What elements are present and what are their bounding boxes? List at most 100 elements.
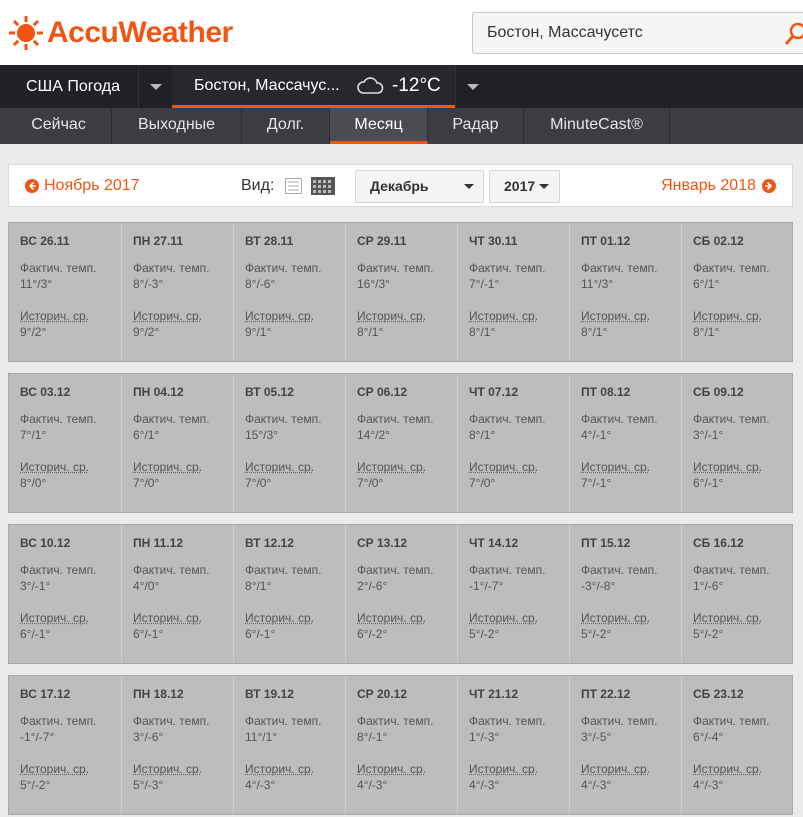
actual-temp-value: 16°/3° <box>357 277 390 291</box>
tab-weekend[interactable]: Выходные <box>112 108 242 144</box>
year-select-value: 2017 <box>504 178 536 194</box>
country-weather-link[interactable]: США Погода <box>0 65 138 108</box>
actual-temp-value: 6°/1° <box>693 277 720 291</box>
calendar-view-icon[interactable] <box>311 177 335 195</box>
actual-temp-value: 15°/3° <box>245 428 278 442</box>
actual-temp-label: Фактич. темп. <box>357 563 434 577</box>
calendar-day[interactable]: ВС 17.12 Фактич. темп. -1°/-7° Историч. ср.… <box>9 676 121 814</box>
calendar-day[interactable]: СР 06.12 Фактич. темп. 14°/2° Историч. ср. 7… <box>345 374 457 512</box>
historic-avg-label: Историч. ср. <box>469 611 538 625</box>
calendar-day[interactable]: ПТ 15.12 Фактич. темп. -3°/-8° Историч. ср.… <box>569 525 681 663</box>
current-location[interactable]: Бостон, Массачус... -12°C <box>172 65 455 108</box>
calendar-day[interactable]: ПН 04.12 Фактич. темп. 6°/1° Историч. ср. 7°… <box>121 374 233 512</box>
historic-avg-value: 4°/-3° <box>693 778 724 792</box>
actual-temp-label: Фактич. темп. <box>133 714 210 728</box>
historic-avg-label: Историч. ср. <box>693 460 762 474</box>
historic-avg-label: Историч. ср. <box>245 460 314 474</box>
chevron-down-icon <box>539 184 549 189</box>
month-select[interactable]: Декабрь <box>355 170 484 203</box>
sun-logo-icon <box>9 16 43 50</box>
next-month-link[interactable]: Январь 2018 <box>661 177 776 195</box>
actual-temp-label: Фактич. темп. <box>469 412 546 426</box>
cloud-icon <box>357 77 384 94</box>
actual-temp-value: 4°/-1° <box>581 428 612 442</box>
prev-month-link[interactable]: Ноябрь 2017 <box>25 177 140 195</box>
calendar-day[interactable]: ЧТ 14.12 Фактич. темп. -1°/-7° Историч. ср.… <box>457 525 569 663</box>
day-date: ПТ 08.12 <box>581 385 631 399</box>
day-date: ВТ 05.12 <box>245 385 294 399</box>
calendar-day[interactable]: ПН 11.12 Фактич. темп. 4°/0° Историч. ср. 6°… <box>121 525 233 663</box>
calendar-day[interactable]: ВТ 19.12 Фактич. темп. 11°/1° Историч. ср. 4… <box>233 676 345 814</box>
search-icon[interactable] <box>785 22 803 46</box>
search-input[interactable] <box>473 13 773 53</box>
calendar-day[interactable]: СБ 16.12 Фактич. темп. 1°/-6° Историч. ср. 5… <box>681 525 793 663</box>
historic-avg-label: Историч. ср. <box>245 611 314 625</box>
search-box[interactable] <box>472 12 803 54</box>
actual-temp-label: Фактич. темп. <box>245 563 322 577</box>
location-dropdown-button[interactable] <box>455 65 489 108</box>
historic-avg-value: 6°/-1° <box>133 627 164 641</box>
actual-temp-value: 4°/0° <box>133 579 160 593</box>
chevron-down-icon <box>464 184 474 189</box>
actual-temp-label: Фактич. темп. <box>469 563 546 577</box>
day-date: СБ 23.12 <box>693 687 744 701</box>
day-date: ПН 04.12 <box>133 385 184 399</box>
calendar-day[interactable]: ВТ 12.12 Фактич. темп. 8°/1° Историч. ср. 6°… <box>233 525 345 663</box>
actual-temp-label: Фактич. темп. <box>357 261 434 275</box>
actual-temp-value: 7°/-1° <box>469 277 500 291</box>
calendar-day[interactable]: СР 29.11 Фактич. темп. 16°/3° Историч. ср. 8… <box>345 223 457 361</box>
calendar-day[interactable]: ПН 18.12 Фактич. темп. 3°/-6° Историч. ср. 5… <box>121 676 233 814</box>
actual-temp-label: Фактич. темп. <box>245 261 322 275</box>
country-dropdown-button[interactable] <box>138 65 172 108</box>
historic-avg-value: 9°/2° <box>20 325 47 339</box>
calendar-day[interactable]: СБ 09.12 Фактич. темп. 3°/-1° Историч. ср. 6… <box>681 374 793 512</box>
day-date: СБ 09.12 <box>693 385 744 399</box>
calendar-day[interactable]: СР 20.12 Фактич. темп. 8°/-1° Историч. ср. 4… <box>345 676 457 814</box>
historic-avg-value: 8°/1° <box>693 325 720 339</box>
month-controls: Ноябрь 2017 Вид: Декабрь 2017 Январь 201… <box>8 164 793 207</box>
tab-long-range[interactable]: Долг. <box>242 108 330 144</box>
historic-avg-label: Историч. ср. <box>133 460 202 474</box>
historic-avg-label: Историч. ср. <box>20 762 89 776</box>
tab-radar[interactable]: Радар <box>428 108 524 144</box>
actual-temp-value: -1°/-7° <box>469 579 504 593</box>
arrow-right-icon <box>762 179 776 193</box>
tab-minutecast[interactable]: MinuteCast® <box>524 108 670 144</box>
calendar-day[interactable]: ВС 10.12 Фактич. темп. 3°/-1° Историч. ср. 6… <box>9 525 121 663</box>
actual-temp-label: Фактич. темп. <box>357 412 434 426</box>
calendar-day[interactable]: ПН 27.11 Фактич. темп. 8°/-3° Историч. ср. 9… <box>121 223 233 361</box>
historic-avg-label: Историч. ср. <box>469 460 538 474</box>
year-select[interactable]: 2017 <box>489 170 560 203</box>
historic-avg-label: Историч. ср. <box>469 762 538 776</box>
calendar-day[interactable]: ПТ 22.12 Фактич. темп. 3°/-5° Историч. ср. 4… <box>569 676 681 814</box>
actual-temp-value: 11°/3° <box>20 277 53 291</box>
calendar-day[interactable]: ЧТ 07.12 Фактич. темп. 8°/1° Историч. ср. 7°… <box>457 374 569 512</box>
actual-temp-value: 1°/-3° <box>469 730 500 744</box>
calendar-day[interactable]: ЧТ 30.11 Фактич. темп. 7°/-1° Историч. ср. 8… <box>457 223 569 361</box>
historic-avg-value: 5°/-2° <box>693 627 724 641</box>
actual-temp-label: Фактич. темп. <box>693 412 770 426</box>
calendar-day[interactable]: ВС 03.12 Фактич. темп. 7°/1° Историч. ср. 8°… <box>9 374 121 512</box>
actual-temp-label: Фактич. темп. <box>20 412 97 426</box>
actual-temp-value: -3°/-8° <box>581 579 616 593</box>
calendar-day[interactable]: ВТ 05.12 Фактич. темп. 15°/3° Историч. ср. 7… <box>233 374 345 512</box>
tab-month[interactable]: Месяц <box>330 108 428 144</box>
calendar-day[interactable]: ПТ 01.12 Фактич. темп. 11°/3° Историч. ср. 8… <box>569 223 681 361</box>
calendar-day[interactable]: ВТ 28.11 Фактич. темп. 8°/-6° Историч. ср. 9… <box>233 223 345 361</box>
calendar-day[interactable]: СБ 23.12 Фактич. темп. 6°/-4° Историч. ср. 4… <box>681 676 793 814</box>
calendar-day[interactable]: ВС 26.11 Фактич. темп. 11°/3° Историч. ср. 9… <box>9 223 121 361</box>
day-date: ПН 27.11 <box>133 234 183 248</box>
actual-temp-value: 6°/1° <box>133 428 160 442</box>
historic-avg-value: 8°/1° <box>581 325 608 339</box>
tab-now[interactable]: Сейчас <box>6 108 112 144</box>
accuweather-logo[interactable]: AccuWeather <box>9 14 233 52</box>
calendar-day[interactable]: СБ 02.12 Фактич. темп. 6°/1° Историч. ср. 8°… <box>681 223 793 361</box>
calendar-day[interactable]: ЧТ 21.12 Фактич. темп. 1°/-3° Историч. ср. 4… <box>457 676 569 814</box>
actual-temp-label: Фактич. темп. <box>20 714 97 728</box>
day-date: ПН 18.12 <box>133 687 184 701</box>
calendar-day[interactable]: ПТ 08.12 Фактич. темп. 4°/-1° Историч. ср. 7… <box>569 374 681 512</box>
historic-avg-value: 6°/-2° <box>357 627 388 641</box>
calendar-day[interactable]: СР 13.12 Фактич. темп. 2°/-6° Историч. ср. 6… <box>345 525 457 663</box>
list-view-icon[interactable] <box>285 178 302 194</box>
site-header: AccuWeather <box>0 0 803 65</box>
